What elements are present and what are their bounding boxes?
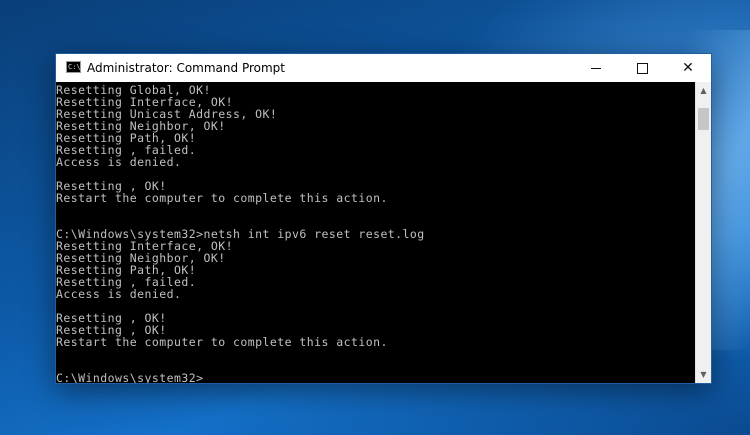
cmd-icon[interactable]: C:\ <box>66 61 81 73</box>
console-line: Restart the computer to complete this ac… <box>56 191 388 205</box>
minimize-button[interactable] <box>573 54 619 82</box>
console-line: C:\Windows\system32> <box>56 371 204 383</box>
command-prompt-window[interactable]: C:\ Administrator: Command Prompt ✕ Rese… <box>55 53 712 384</box>
console-line: Access is denied. <box>56 155 182 169</box>
maximize-icon <box>636 62 648 74</box>
vertical-scrollbar[interactable]: ▲ ▼ <box>695 82 711 383</box>
console-line: Restart the computer to complete this ac… <box>56 335 388 349</box>
cmd-icon-text: C:\ <box>68 63 81 71</box>
console-output-area[interactable]: Resetting Global, OK! Resetting Interface… <box>56 82 695 383</box>
maximize-button[interactable] <box>619 54 665 82</box>
close-button[interactable]: ✕ <box>665 54 711 82</box>
title-bar[interactable]: C:\ Administrator: Command Prompt ✕ <box>56 54 711 82</box>
scroll-down-arrow-icon[interactable]: ▼ <box>696 366 711 383</box>
console-line: Access is denied. <box>56 287 182 301</box>
console-text: Resetting Global, OK! Resetting Interface… <box>56 84 425 383</box>
close-icon: ✕ <box>682 60 694 76</box>
window-title: Administrator: Command Prompt <box>87 61 285 75</box>
scroll-up-arrow-icon[interactable]: ▲ <box>696 82 711 99</box>
scrollbar-thumb[interactable] <box>698 108 709 130</box>
minimize-icon <box>591 67 601 69</box>
